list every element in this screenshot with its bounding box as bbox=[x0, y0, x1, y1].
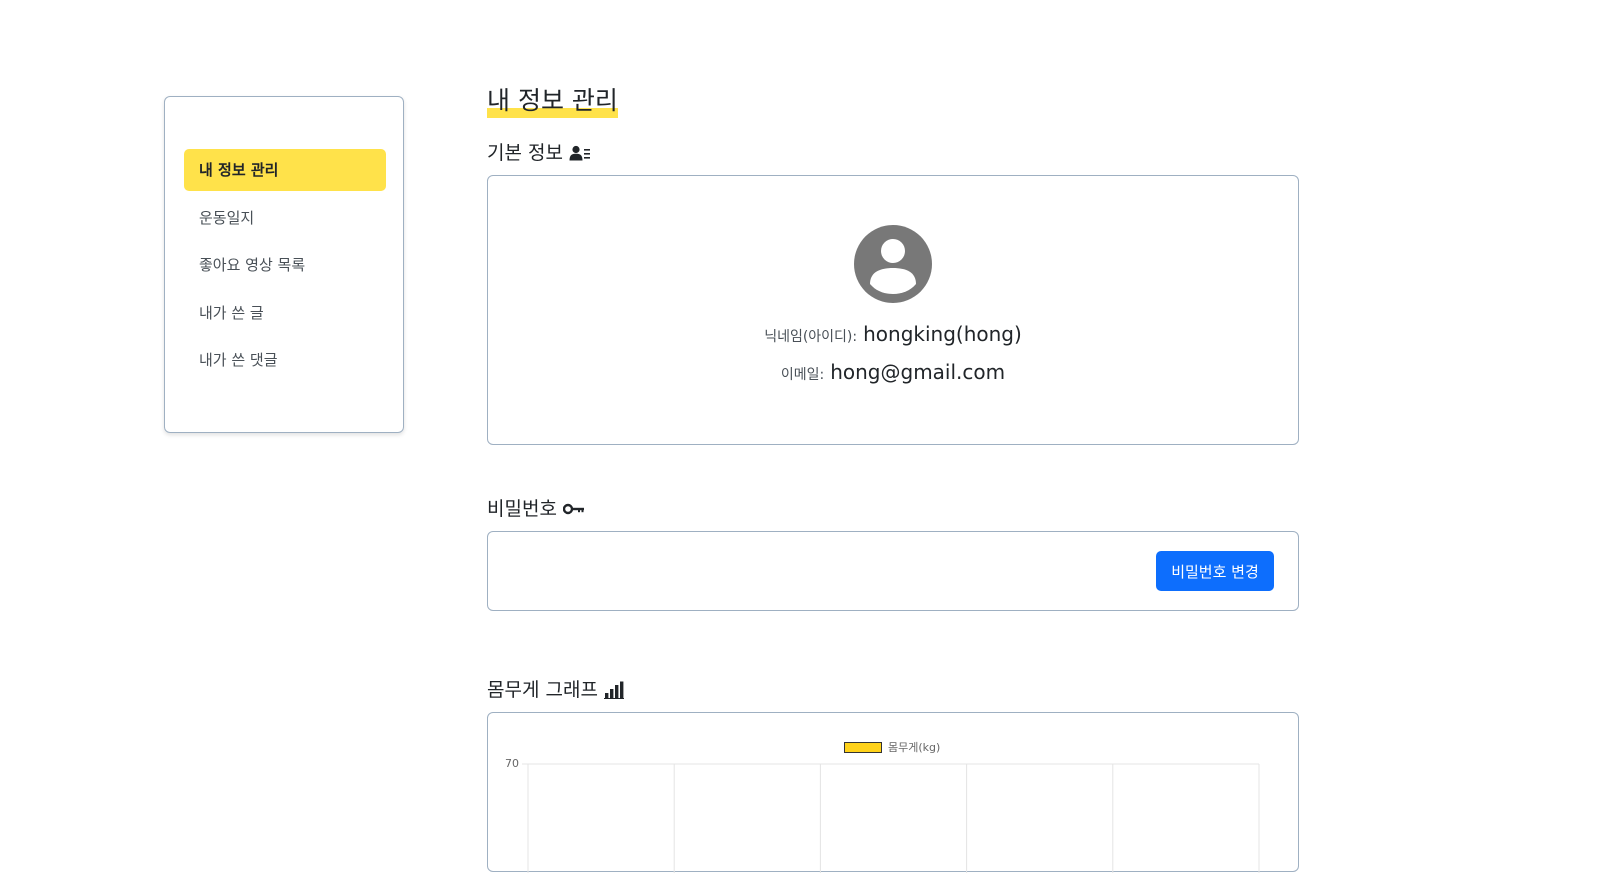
weight-chart-card: 몸무게(kg) 70 bbox=[487, 712, 1299, 873]
nickname-row: 닉네임(아이디): hongking(hong) bbox=[488, 322, 1298, 346]
password-title: 비밀번호 bbox=[487, 498, 557, 520]
sidebar-item-workout-log[interactable]: 운동일지 bbox=[184, 197, 386, 239]
email-value: hong@gmail.com bbox=[830, 360, 1006, 384]
basic-info-heading: 기본 정보 bbox=[487, 140, 591, 166]
y-tick-label: 70 bbox=[505, 757, 519, 770]
avatar-icon bbox=[854, 225, 932, 303]
weight-chart: 70 bbox=[505, 757, 1260, 873]
basic-info-title: 기본 정보 bbox=[487, 142, 563, 164]
email-row: 이메일: hong@gmail.com bbox=[488, 360, 1298, 384]
weight-graph-title: 몸무게 그래프 bbox=[487, 679, 598, 701]
bar-chart-icon bbox=[603, 681, 624, 699]
weight-graph-heading: 몸무게 그래프 bbox=[487, 677, 624, 703]
sidebar-item-liked-videos[interactable]: 좋아요 영상 목록 bbox=[184, 244, 386, 286]
user-card-icon bbox=[569, 145, 590, 161]
email-label: 이메일: bbox=[780, 367, 825, 383]
sidebar-item-my-comments[interactable]: 내가 쓴 댓글 bbox=[184, 339, 386, 381]
chart-grid bbox=[522, 763, 1260, 873]
change-password-button[interactable]: 비밀번호 변경 bbox=[1156, 551, 1274, 591]
nickname-label: 닉네임(아이디): bbox=[764, 329, 858, 345]
key-icon bbox=[562, 503, 584, 515]
sidebar-menu: 내 정보 관리 운동일지 좋아요 영상 목록 내가 쓴 글 내가 쓴 댓글 bbox=[164, 96, 404, 433]
password-card: 비밀번호 변경 bbox=[487, 531, 1299, 611]
basic-info-card: 닉네임(아이디): hongking(hong) 이메일: hong@gmail.c… bbox=[487, 175, 1299, 445]
nickname-value: hongking(hong) bbox=[863, 322, 1022, 346]
sidebar-item-my-posts[interactable]: 내가 쓴 글 bbox=[184, 292, 386, 334]
sidebar-item-my-info[interactable]: 내 정보 관리 bbox=[184, 149, 386, 191]
page-title: 내 정보 관리 bbox=[487, 84, 618, 118]
password-heading: 비밀번호 bbox=[487, 496, 585, 522]
chart-y-axis: 70 bbox=[505, 757, 519, 770]
